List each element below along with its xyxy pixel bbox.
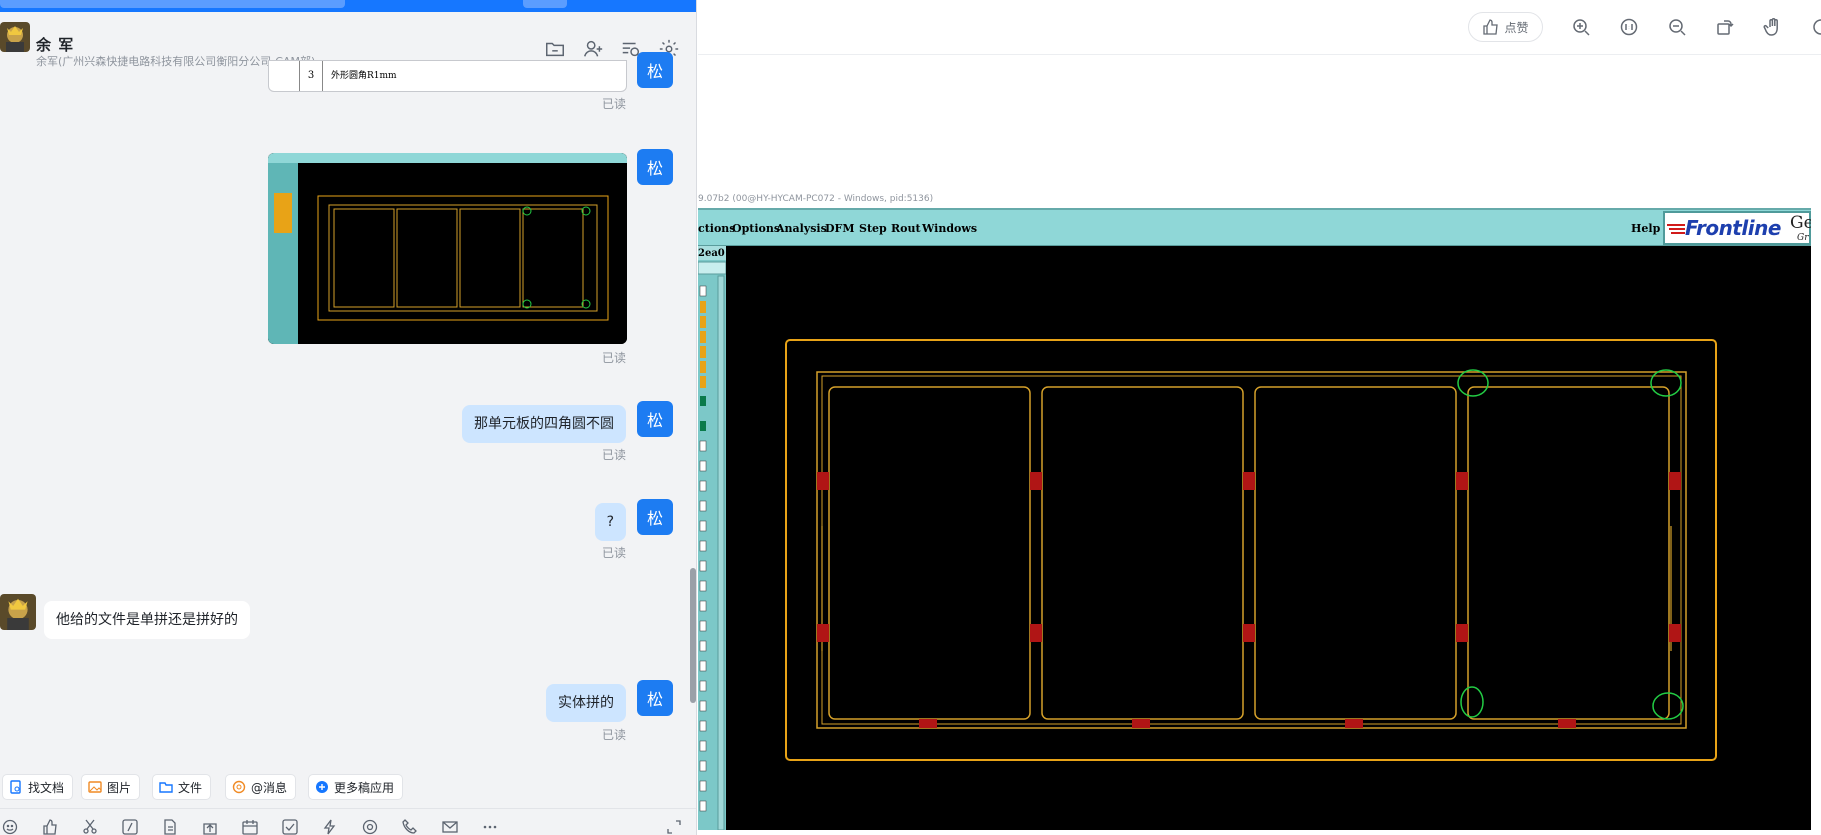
chat-pane: 余 军 余军(广州兴森快捷电路科技有限公司衡阳分公司-CAM部) 3 外形圆角R… [0, 0, 697, 835]
logo-sub: Gr [1797, 233, 1809, 243]
cam-screenshot-message[interactable] [268, 153, 627, 344]
cam-thumbnail-icon [268, 153, 627, 344]
chat-top-bar [0, 0, 696, 12]
rotate-icon[interactable] [1715, 17, 1735, 37]
file-button[interactable]: 文件 [152, 774, 212, 800]
apps-icon [315, 780, 329, 794]
message-bubble-self[interactable]: 实体拼的 [546, 684, 626, 722]
menu-dfm[interactable]: DFM [825, 222, 855, 235]
logo-suffix: Gen [1790, 213, 1811, 233]
more-icon[interactable] [482, 819, 498, 835]
add-member-icon[interactable] [582, 38, 604, 60]
thumbs-up-icon [1483, 19, 1499, 35]
message-bubble-self[interactable]: 那单元板的四角圆不圆 [462, 405, 626, 443]
mention-button[interactable]: @消息 [225, 774, 297, 800]
scissors-icon[interactable] [82, 819, 98, 835]
read-receipt: 已读 [601, 728, 626, 742]
palette-icon[interactable] [362, 819, 378, 835]
menu-options[interactable]: Options [732, 222, 780, 235]
read-receipt: 已读 [601, 546, 626, 560]
menu-analysis[interactable]: Analysis [776, 222, 827, 235]
thumbs-up-icon[interactable] [42, 819, 58, 835]
image-icon [88, 780, 102, 794]
zoom-out-icon[interactable] [1667, 17, 1687, 37]
viewer-toolbar: 点赞 [698, 0, 1821, 55]
panel-drawing [785, 339, 1717, 761]
contact-avatar[interactable] [0, 22, 30, 52]
like-label: 点赞 [1504, 20, 1529, 35]
top-bar-button[interactable] [523, 0, 567, 8]
image-button[interactable]: 图片 [81, 774, 141, 800]
contact-avatar[interactable] [0, 594, 36, 630]
read-receipt: 已读 [601, 448, 626, 462]
layer-panel-label: 2ea0 [698, 248, 725, 259]
doc-search-icon [9, 780, 23, 794]
upload-icon[interactable] [202, 819, 218, 835]
frontline-logo: Frontline Gen Gr [1663, 211, 1811, 245]
image-label: 图片 [107, 780, 132, 795]
find-doc-label: 找文档 [28, 780, 65, 795]
read-receipt: 已读 [601, 97, 626, 111]
cam-window-title: 9.07b2 (00@HY-HYCAM-PC072 - Windows, pid… [698, 194, 934, 204]
table-cell-text: 外形圆角R1mm [331, 71, 397, 81]
chat-header: 余 军 余军(广州兴森快捷电路科技有限公司衡阳分公司-CAM部) [0, 12, 696, 68]
cam-menubar: ctions Options Analysis DFM Step Rout Wi… [698, 208, 1811, 246]
message-bubble-contact[interactable]: 他给的文件是单拼还是拼好的 [44, 601, 250, 639]
folder-icon [159, 780, 173, 794]
layer-list-icon [698, 246, 727, 830]
self-avatar[interactable]: 松 [637, 149, 673, 185]
menu-actions[interactable]: ctions [698, 222, 736, 235]
self-avatar[interactable]: 松 [637, 680, 673, 716]
emoji-icon[interactable] [2, 819, 18, 835]
logo-text: Frontline [1685, 216, 1781, 240]
image-viewer: 点赞 9.07b2 (00@HY-HYCAM-PC072 - Windows, … [698, 0, 1821, 835]
table-image-message[interactable]: 3 外形圆角R1mm [268, 60, 627, 92]
cam-window: ctions Options Analysis DFM Step Rout Wi… [698, 208, 1811, 830]
lightning-icon[interactable] [322, 819, 338, 835]
settings-icon[interactable] [1811, 17, 1821, 37]
fit-screen-icon[interactable] [1619, 17, 1639, 37]
find-doc-button[interactable]: 找文档 [2, 774, 74, 800]
input-toolbar [0, 808, 696, 835]
file-label: 文件 [178, 780, 203, 795]
menu-help[interactable]: Help [1631, 222, 1660, 235]
task-check-icon[interactable] [282, 819, 298, 835]
search-bar-fragment[interactable] [0, 0, 345, 8]
read-receipt: 已读 [601, 351, 626, 365]
at-icon [232, 780, 246, 794]
menu-windows[interactable]: Windows [922, 222, 977, 235]
doc-icon[interactable] [162, 819, 178, 835]
menu-rout[interactable]: Rout [891, 222, 921, 235]
like-button[interactable]: 点赞 [1468, 12, 1543, 42]
message-bubble-self[interactable]: ? [594, 503, 626, 541]
contact-name: 余 军 [36, 36, 75, 54]
folder-icon[interactable] [544, 38, 566, 60]
cam-layer-panel [698, 246, 727, 830]
mention-label: @消息 [251, 780, 288, 795]
expand-icon[interactable] [666, 819, 682, 835]
hand-icon[interactable] [1763, 17, 1783, 37]
logo-stripes-icon [1667, 224, 1685, 234]
zoom-in-icon[interactable] [1571, 17, 1591, 37]
self-avatar[interactable]: 松 [637, 499, 673, 535]
table-cell-number: 3 [299, 61, 323, 91]
cam-graphic-canvas[interactable] [726, 246, 1811, 830]
calendar-icon[interactable] [242, 819, 258, 835]
mail-icon[interactable] [442, 819, 458, 835]
more-apps-button[interactable]: 更多稿应用 [308, 774, 404, 800]
phone-icon[interactable] [402, 819, 418, 835]
menu-step[interactable]: Step [859, 222, 887, 235]
slash-command-icon[interactable] [122, 819, 138, 835]
self-avatar[interactable]: 松 [637, 401, 673, 437]
more-apps-label: 更多稿应用 [334, 780, 395, 795]
quick-actions-bar: 找文档 图片 文件 @消息 更多稿应用 [0, 770, 696, 804]
chat-scrollbar-thumb[interactable] [690, 568, 696, 703]
self-avatar[interactable]: 松 [637, 52, 673, 88]
